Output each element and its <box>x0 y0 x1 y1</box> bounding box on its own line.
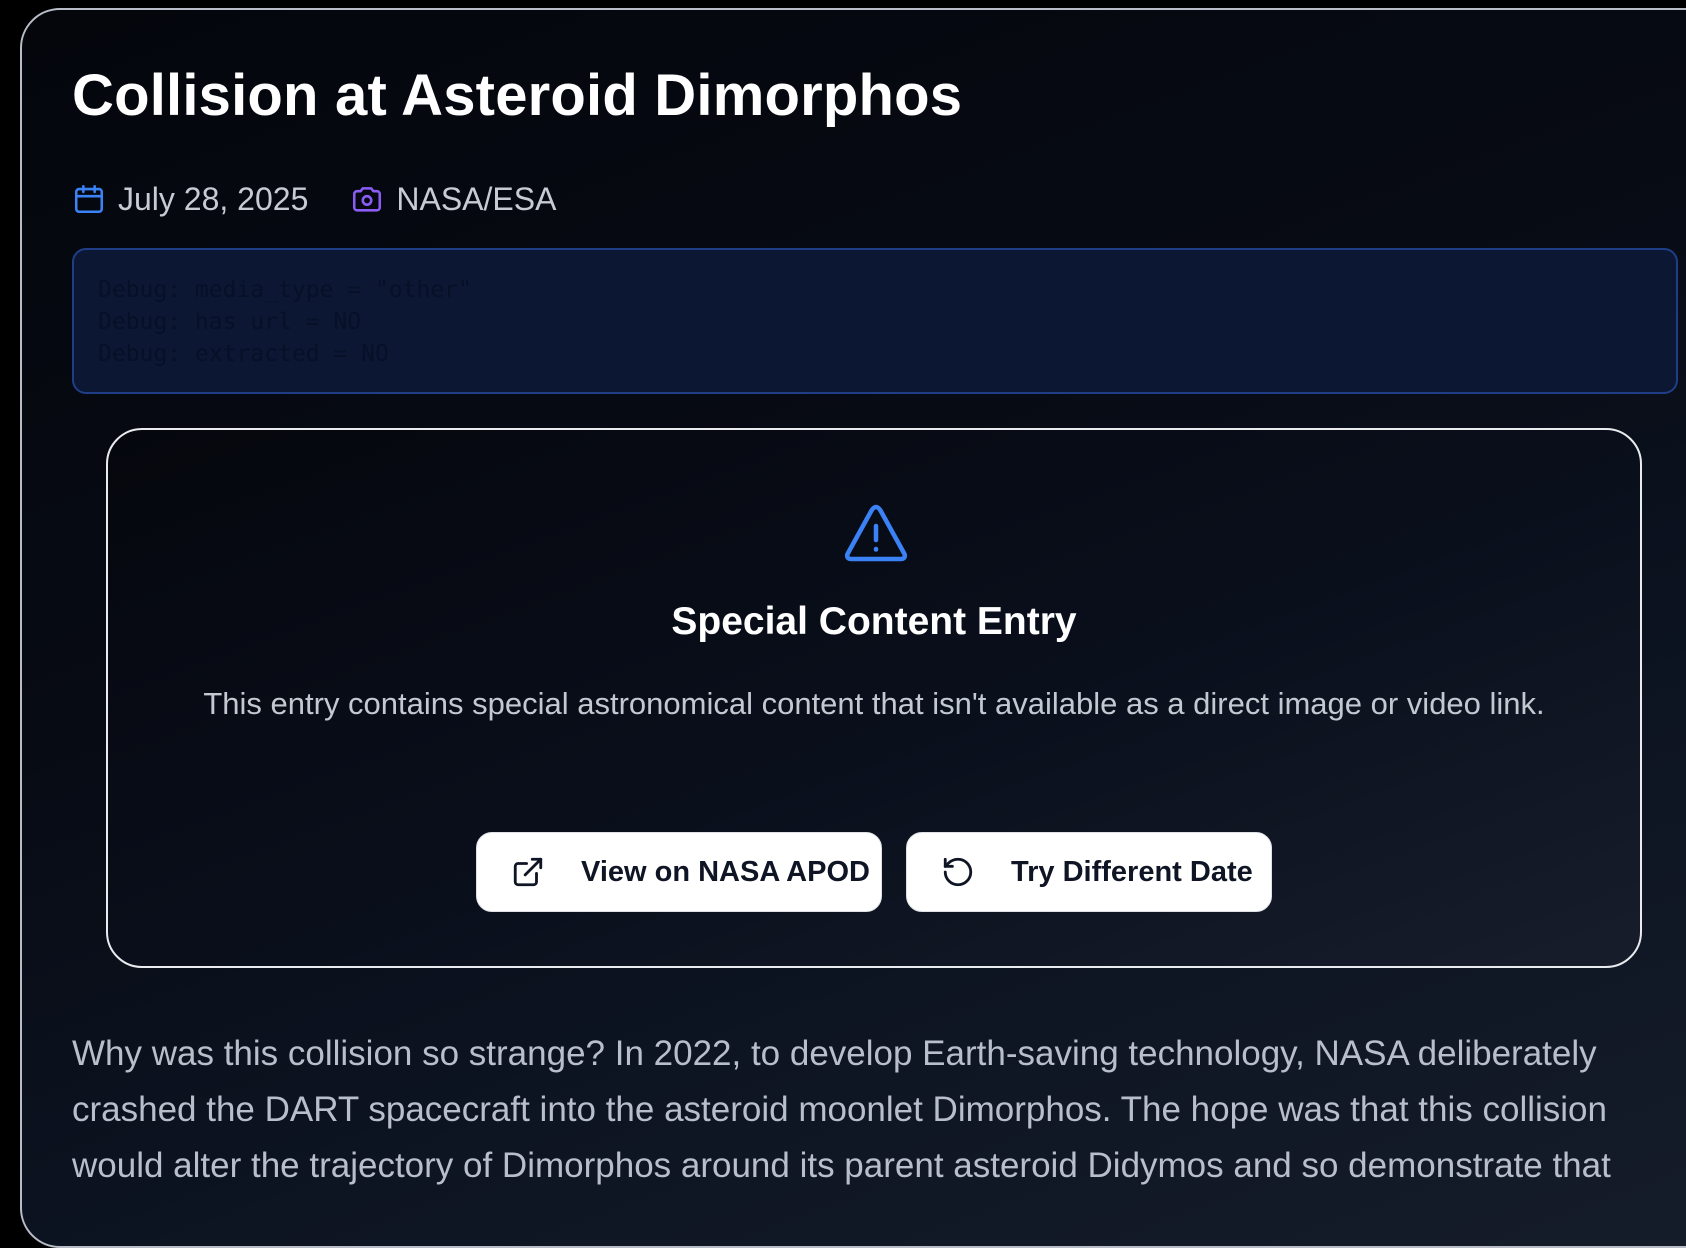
debug-line: Debug: media_type = "other" <box>98 277 472 303</box>
apod-description: Why was this collision so strange? In 20… <box>72 1034 1611 1185</box>
try-different-date-button[interactable]: Try Different Date <box>906 832 1272 912</box>
special-content-panel: Special Content Entry This entry contain… <box>106 428 1642 968</box>
view-on-apod-label: View on NASA APOD <box>581 855 870 888</box>
debug-line: Debug: extracted = NO <box>98 341 389 367</box>
warning-triangle-icon <box>843 504 909 564</box>
special-message: This entry contains special astronomical… <box>203 686 1545 721</box>
apod-card: Collision at Asteroid Dimorphos July 28,… <box>20 8 1686 1248</box>
debug-line: Debug: has url = NO <box>98 309 362 335</box>
rotate-ccw-icon <box>941 855 975 889</box>
view-on-apod-button[interactable]: View on NASA APOD <box>476 832 882 912</box>
page-title: Collision at Asteroid Dimorphos <box>72 63 963 128</box>
calendar-icon <box>72 182 106 216</box>
debug-panel: Debug: media_type = "other" Debug: has u… <box>72 248 1678 394</box>
article-date: July 28, 2025 <box>118 180 309 217</box>
article-credit: NASA/ESA <box>396 180 557 217</box>
external-link-icon <box>511 855 545 889</box>
special-heading: Special Content Entry <box>671 600 1077 643</box>
camera-icon <box>350 182 384 216</box>
try-different-date-label: Try Different Date <box>1011 855 1253 888</box>
meta-row: July 28, 2025 NASA/ESA <box>72 176 556 222</box>
